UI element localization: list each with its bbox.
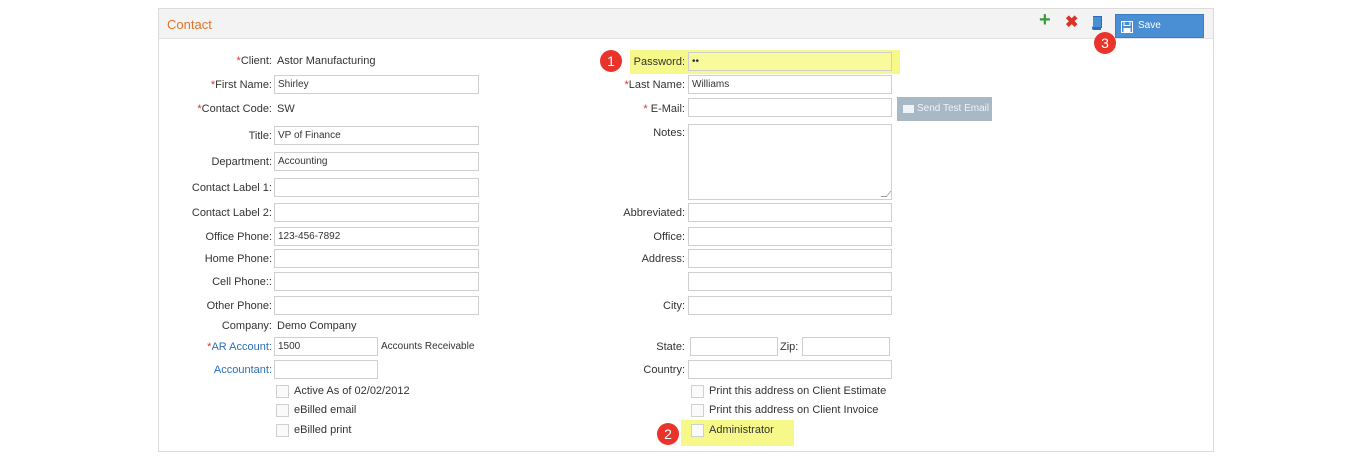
address-line-2-input[interactable]	[688, 272, 892, 291]
country-label: Country:	[643, 364, 685, 376]
callout-badge-1: 1	[600, 50, 622, 72]
contact-label-1-label: Contact Label 1:	[191, 182, 272, 194]
other-phone-input[interactable]	[274, 296, 479, 315]
contact-label-1-input[interactable]	[274, 178, 479, 197]
city-input[interactable]	[688, 296, 892, 315]
client-label: *Client:	[236, 55, 272, 67]
state-input[interactable]	[690, 337, 778, 356]
city-label: City:	[663, 300, 685, 312]
office-label: Office:	[653, 231, 685, 243]
zip-input[interactable]	[802, 337, 890, 356]
callout-badge-3: 3	[1094, 32, 1116, 54]
book-icon[interactable]	[1091, 16, 1103, 34]
country-input[interactable]	[688, 360, 892, 379]
ebilled-email-label: eBilled email	[294, 404, 357, 416]
notes-textarea[interactable]	[688, 124, 892, 200]
save-disk-icon	[1121, 20, 1133, 33]
administrator-label: Administrator	[709, 424, 774, 436]
password-input[interactable]: ••	[688, 52, 892, 71]
password-label: Password:	[633, 56, 685, 68]
home-phone-input[interactable]	[274, 249, 479, 268]
print-on-invoice-checkbox[interactable]	[691, 404, 704, 417]
save-changes-label: Save Changes	[1138, 20, 1179, 53]
panel-title: Contact	[167, 17, 212, 32]
delete-icon[interactable]: ✖	[1065, 15, 1078, 31]
accountant-input[interactable]	[274, 360, 378, 379]
address-label: Address:	[641, 253, 685, 265]
first-name-input[interactable]: Shirley	[274, 75, 479, 94]
other-phone-label: Other Phone:	[206, 300, 272, 312]
office-input[interactable]	[688, 227, 892, 246]
callout-badge-2: 2	[657, 423, 679, 445]
home-phone-label: Home Phone:	[204, 253, 272, 265]
office-phone-input[interactable]: 123-456-7892	[274, 227, 479, 246]
state-label: State:	[656, 341, 685, 353]
email-label: * E-Mail:	[643, 103, 685, 115]
send-test-email-button[interactable]: Send Test Email	[897, 97, 992, 121]
envelope-icon	[903, 105, 914, 113]
zip-label: Zip:	[780, 341, 799, 353]
print-on-invoice-label: Print this address on Client Invoice	[709, 404, 879, 416]
send-test-email-label: Send Test Email	[917, 103, 990, 114]
contact-label-2-input[interactable]	[274, 203, 479, 222]
administrator-checkbox[interactable]	[691, 424, 704, 437]
ebilled-print-label: eBilled print	[294, 424, 352, 436]
abbreviated-label: Abbreviated:	[623, 207, 685, 219]
cell-phone-input[interactable]	[274, 272, 479, 291]
active-as-of-label: Active As of 02/02/2012	[294, 385, 410, 397]
contact-label-2-label: Contact Label 2:	[191, 207, 272, 219]
title-label: Title:	[248, 130, 272, 142]
office-phone-label: Office Phone:	[205, 231, 272, 243]
ar-account-description: Accounts Receivable	[381, 341, 475, 352]
accountant-label[interactable]: Accountant:	[214, 364, 272, 376]
save-changes-button[interactable]: Save Changes	[1115, 14, 1204, 53]
contact-code-label: *Contact Code:	[197, 103, 272, 115]
title-input[interactable]: VP of Finance	[274, 126, 479, 145]
ebilled-print-checkbox[interactable]	[276, 424, 289, 437]
panel-header: Contact + ✖ Save Changes	[159, 9, 1213, 53]
cell-phone-label: Cell Phone::	[212, 276, 272, 288]
ar-account-input[interactable]: 1500	[274, 337, 378, 356]
address-line-1-input[interactable]	[688, 249, 892, 268]
company-label: Company:	[221, 320, 272, 332]
ar-account-label[interactable]: *AR Account:	[207, 341, 272, 353]
ebilled-email-checkbox[interactable]	[276, 404, 289, 417]
last-name-label: *Last Name:	[624, 79, 685, 91]
notes-label: Notes:	[653, 127, 685, 139]
abbreviated-input[interactable]	[688, 203, 892, 222]
department-input[interactable]: Accounting	[274, 152, 479, 171]
add-icon[interactable]: +	[1039, 10, 1051, 30]
active-as-of-checkbox[interactable]	[276, 385, 289, 398]
email-input[interactable]	[688, 98, 892, 117]
client-value: Astor Manufacturing	[277, 55, 376, 67]
contact-code-value: SW	[277, 103, 295, 115]
first-name-label: *First Name:	[210, 79, 272, 91]
print-on-estimate-checkbox[interactable]	[691, 385, 704, 398]
resize-grip-icon[interactable]	[880, 191, 892, 197]
department-label: Department:	[211, 156, 272, 168]
company-value: Demo Company	[277, 320, 357, 332]
last-name-input[interactable]: Williams	[688, 75, 892, 94]
print-on-estimate-label: Print this address on Client Estimate	[709, 385, 887, 397]
